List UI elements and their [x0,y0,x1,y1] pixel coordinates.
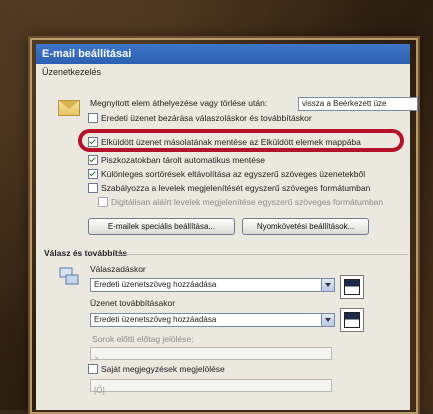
replies-value: Eredeti üzenetszöveg hozzáadása [94,280,217,289]
move-after-open-text: Megnyitott elem áthelyezése vagy törlése… [90,98,268,108]
section-divider [118,254,408,255]
section-replies-header: Válasz és továbbítás [44,248,127,258]
remove-line-breaks-label: Különleges sortörések eltávolítása az eg… [101,169,366,179]
plain-text-row[interactable]: Szabályozza a levelek megjelenítését egy… [88,183,370,193]
move-after-open-value: vissza a Beérkezett üze [302,99,387,108]
red-highlight-annotation [78,129,404,152]
replies-label: Válaszadáskor [90,264,146,274]
move-after-open-dropdown[interactable]: vissza a Beérkezett üze [298,97,418,111]
chevron-down-icon[interactable] [321,279,334,291]
digitally-signed-checkbox[interactable] [98,197,108,207]
comment-name-input[interactable]: [Ő] [90,379,332,395]
remove-line-breaks-row[interactable]: Különleges sortörések eltávolítása az eg… [88,169,365,179]
replies-dropdown[interactable]: Eredeti üzenetszöveg hozzáadása [90,278,335,292]
prefix-input[interactable]: > [90,347,332,363]
autosave-row[interactable]: Piszkozatokban tárolt automatikus mentés… [88,155,265,165]
move-after-open-label: Megnyitott elem áthelyezése vagy törlése… [90,98,267,108]
section-messages-header: Üzenetkezelés [42,67,102,77]
mark-comments-checkbox[interactable] [88,364,98,374]
advanced-email-options-button[interactable]: E-mailek speciális beállítása... [88,218,235,235]
remove-line-breaks-checkbox[interactable] [88,169,98,179]
mark-comments-label: Saját megjegyzések megjelölése [101,364,225,374]
forward-style-button[interactable] [340,308,364,332]
close-original-row[interactable]: Eredeti üzenet bezárása válaszoláskor és… [88,113,312,123]
replies-style-button[interactable] [340,275,364,299]
forward-label-text: Üzenet továbbításakor [90,298,176,308]
plain-text-label: Szabályozza a levelek megjelenítését egy… [101,183,371,193]
envelope-icon [58,100,80,116]
forward-label: Üzenet továbbításakor [90,298,175,308]
replies-label-text: Válaszadáskor [90,264,146,274]
digitally-signed-row[interactable]: Digitálisan aláírt levelek megjelenítése… [98,197,383,207]
forward-dropdown[interactable]: Eredeti üzenetszöveg hozzáadása [90,313,335,327]
prefix-value: > [94,354,99,363]
autosave-checkbox[interactable] [88,155,98,165]
close-original-checkbox[interactable] [88,113,98,123]
section-replies-title: Válasz és továbbítás [44,248,128,258]
mark-comments-row[interactable]: Saját megjegyzések megjelölése [88,364,225,374]
close-original-label: Eredeti üzenet bezárása válaszoláskor és… [101,113,312,123]
dialog-title: E-mail beállításai [36,44,410,64]
chevron-down-icon[interactable] [321,314,334,326]
prefix-label-text: Sorok előtti előtag jelölése: [92,334,194,344]
forward-value: Eredeti üzenetszöveg hozzáadása [94,315,217,324]
comment-name-value: [Ő] [94,386,105,395]
digitally-signed-label: Digitálisan aláírt levelek megjelenítése… [111,197,384,207]
plain-text-checkbox[interactable] [88,183,98,193]
autosave-label: Piszkozatokban tárolt automatikus mentés… [101,155,265,165]
reply-people-icon [59,267,79,285]
tracking-options-button[interactable]: Nyomkövetési beállítások... [242,218,369,235]
prefix-label: Sorok előtti előtag jelölése: [92,334,194,344]
